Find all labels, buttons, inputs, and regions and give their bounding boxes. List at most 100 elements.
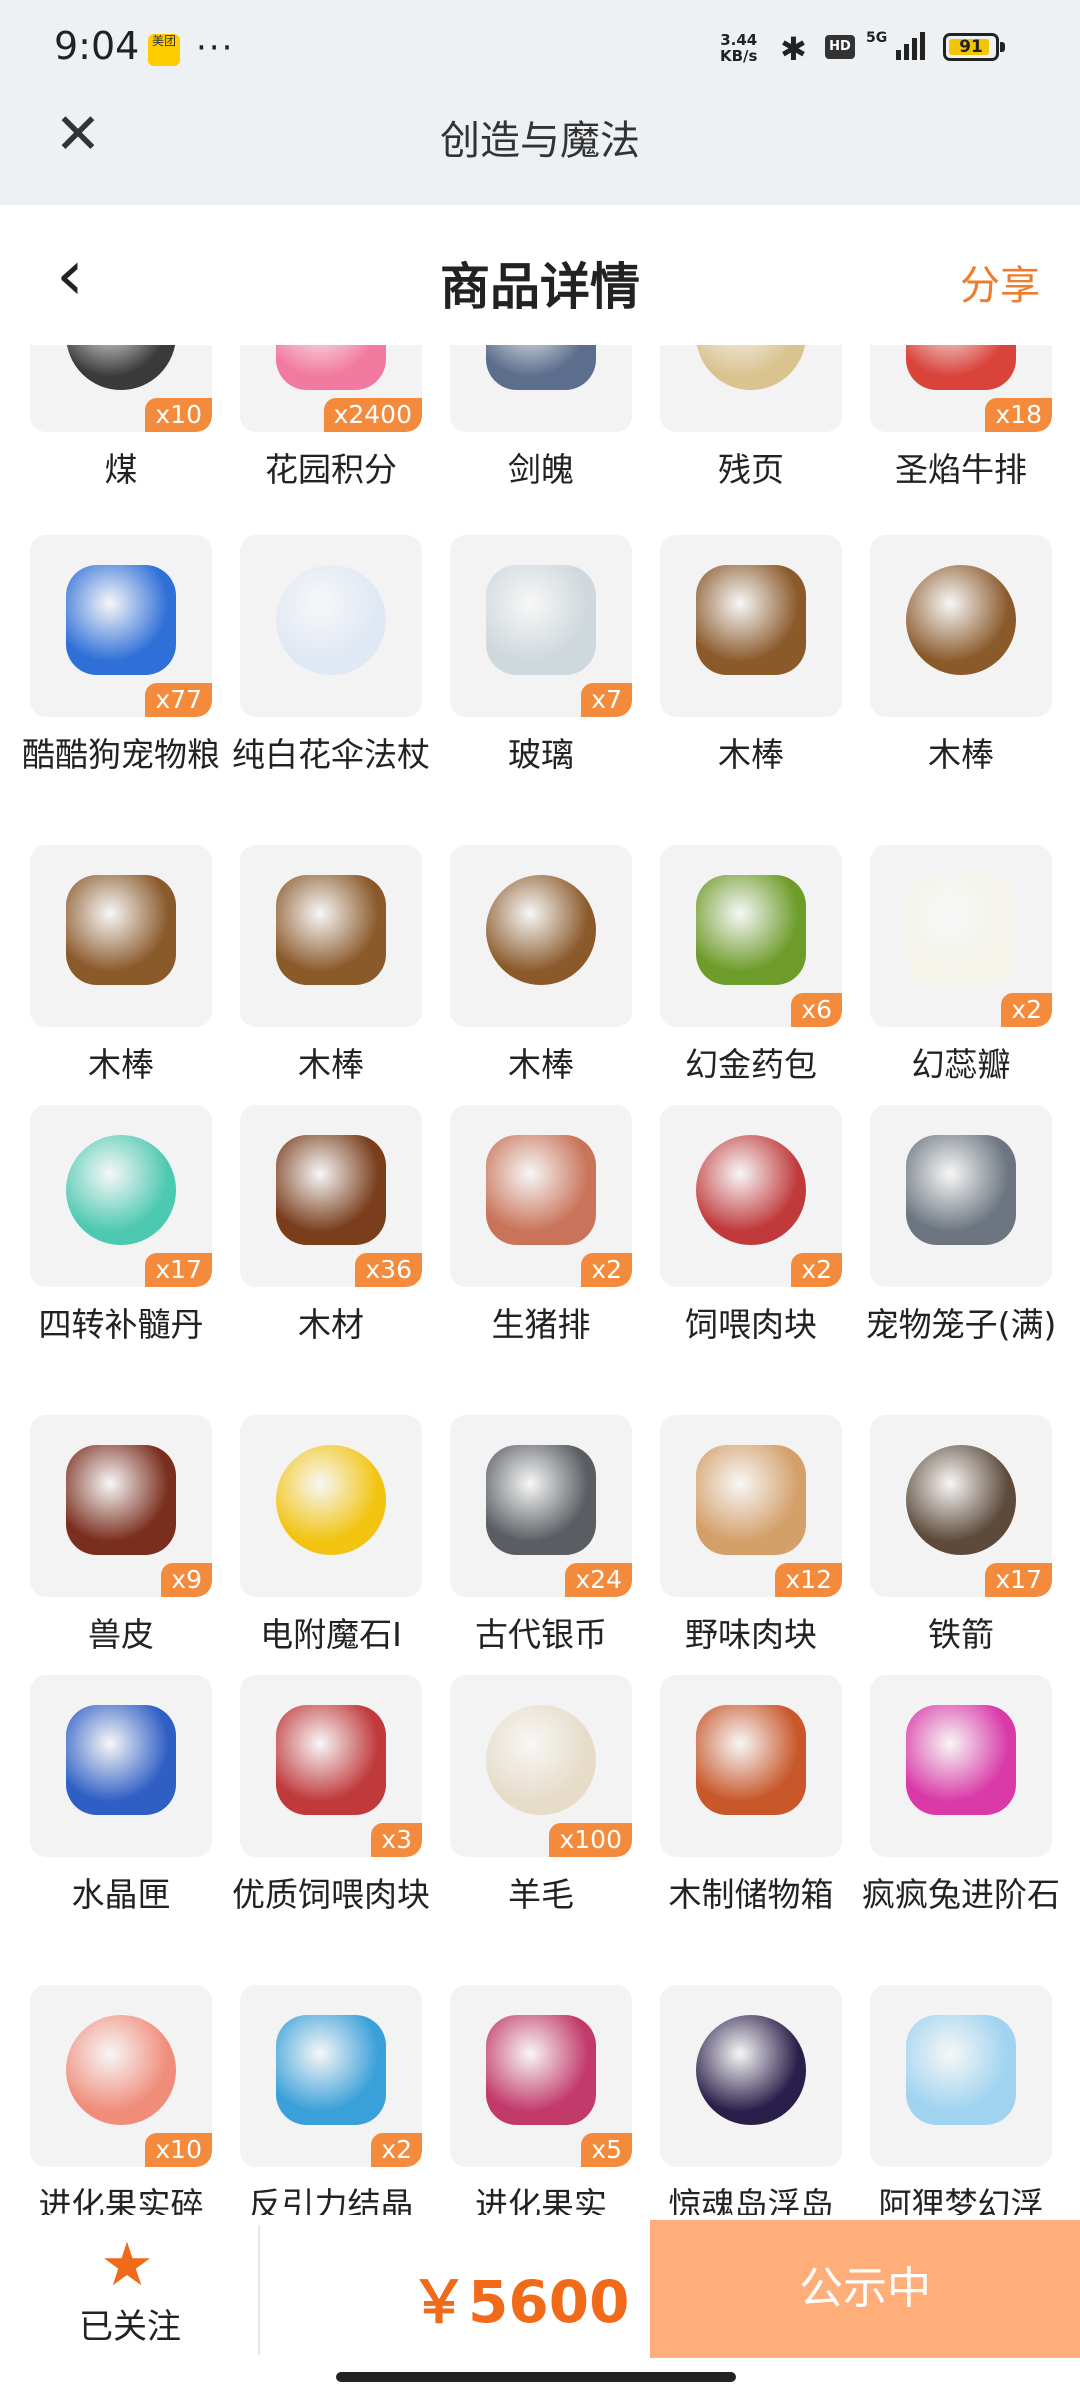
item-tile[interactable]: x9	[30, 1415, 212, 1597]
item-name: 花园积分	[265, 450, 397, 489]
item-name: 反引力结晶	[248, 2185, 414, 2215]
bottom-action-bar: ★ 已关注 ￥5600 公示中	[0, 2215, 1080, 2365]
floating-island-icon	[696, 2015, 806, 2125]
item-tile[interactable]	[450, 345, 632, 432]
follow-label[interactable]: 已关注	[60, 2299, 200, 2348]
coal-icon	[66, 345, 176, 390]
item-tile[interactable]	[660, 1675, 842, 1857]
item-tile[interactable]: x100	[450, 1675, 632, 1857]
item-tile[interactable]: x5	[450, 1985, 632, 2167]
item-tile[interactable]: x77	[30, 535, 212, 717]
item-name: 阿狸梦幻浮	[878, 2185, 1044, 2215]
hd-badge: HD	[825, 35, 855, 59]
item-name: 铁箭	[928, 1615, 994, 1654]
log-icon	[276, 1135, 386, 1245]
wooden-club-icon	[486, 875, 596, 985]
petal-icon	[906, 875, 1016, 985]
item-grid: x10 煤 x2400 花园积分 剑魄 残页 x18 圣焰牛排 x77 酷酷狗宠物粮 纯白花伞法杖 x…	[0, 345, 1080, 2215]
item-tile[interactable]: x3	[240, 1675, 422, 1857]
item-name: 木材	[298, 1305, 364, 1344]
network-type: 5G	[866, 30, 888, 46]
item-name: 进化果实碎	[38, 2185, 204, 2215]
item-name: 木棒	[508, 1045, 574, 1084]
item-tile[interactable]: x36	[240, 1105, 422, 1287]
animal-hide-icon	[66, 1445, 176, 1555]
item-name: 优质饲喂肉块	[232, 1875, 430, 1914]
star-icon[interactable]: ★	[92, 2235, 162, 2295]
umbrella-staff-icon	[276, 565, 386, 675]
item-tile[interactable]	[450, 845, 632, 1027]
status-button[interactable]: 公示中	[650, 2220, 1080, 2358]
item-tile[interactable]	[870, 535, 1052, 717]
wooden-club-icon	[906, 565, 1016, 675]
item-name: 电附魔石I	[260, 1615, 402, 1654]
item-name: 饲喂肉块	[685, 1305, 817, 1344]
item-name: 玻璃	[508, 735, 574, 774]
price: ￥5600	[410, 2268, 630, 2336]
home-indicator[interactable]	[336, 2372, 736, 2382]
item-tile[interactable]: x2	[240, 1985, 422, 2167]
share-button[interactable]: 分享	[960, 253, 1040, 311]
item-tile[interactable]: x10	[30, 1985, 212, 2167]
signal-icon	[896, 32, 928, 60]
item-name: 古代银币	[475, 1615, 607, 1654]
quantity-badge: x18	[985, 398, 1052, 432]
item-name: 木棒	[298, 1045, 364, 1084]
wooden-club-icon	[276, 875, 386, 985]
item-name: 进化果实	[475, 2185, 607, 2215]
item-tile[interactable]	[870, 1105, 1052, 1287]
quantity-badge: x10	[145, 398, 212, 432]
item-tile[interactable]	[660, 1985, 842, 2167]
item-name: 水晶匣	[71, 1875, 171, 1914]
item-tile[interactable]	[870, 1675, 1052, 1857]
meat-block-icon	[276, 1705, 386, 1815]
meituan-app-icon: 美团	[148, 34, 180, 66]
item-tile[interactable]: x2	[660, 1105, 842, 1287]
pork-chop-icon	[486, 1135, 596, 1245]
item-tile[interactable]: x17	[30, 1105, 212, 1287]
iron-arrow-icon	[906, 1445, 1016, 1555]
item-tile[interactable]: x2400	[240, 345, 422, 432]
item-tile[interactable]	[240, 845, 422, 1027]
item-name: 幻蕊瓣	[911, 1045, 1011, 1084]
item-tile[interactable]: x2	[450, 1105, 632, 1287]
quantity-badge: x6	[791, 993, 842, 1027]
potion-flask-icon	[66, 1135, 176, 1245]
fruit-fragment-icon	[66, 2015, 176, 2125]
item-name: 煤	[104, 450, 138, 489]
quantity-badge: x2	[371, 2133, 422, 2167]
silver-coin-icon	[486, 1445, 596, 1555]
battery-icon: 91	[943, 33, 1005, 61]
item-tile[interactable]: x12	[660, 1415, 842, 1597]
item-tile[interactable]: x24	[450, 1415, 632, 1597]
item-tile[interactable]: x10	[30, 345, 212, 432]
item-tile[interactable]: x6	[660, 845, 842, 1027]
quantity-badge: x9	[161, 1563, 212, 1597]
app-header: 9:04 美团 ··· 3.44 KB/s ✱ HD 5G 91 ✕ 创造与魔法	[0, 0, 1080, 205]
quantity-badge: x2	[1001, 993, 1052, 1027]
item-tile[interactable]	[870, 1985, 1052, 2167]
item-tile[interactable]: x17	[870, 1415, 1052, 1597]
item-name: 木棒	[928, 735, 994, 774]
quantity-badge: x5	[581, 2133, 632, 2167]
item-tile[interactable]: x18	[870, 345, 1052, 432]
wooden-club-icon	[66, 875, 176, 985]
status-time: 9:04	[54, 24, 140, 68]
item-tile[interactable]	[30, 845, 212, 1027]
quantity-badge: x12	[775, 1563, 842, 1597]
evolution-fruit-icon	[486, 2015, 596, 2125]
sword-spirit-icon	[486, 345, 596, 390]
quantity-badge: x100	[549, 1823, 632, 1857]
item-tile[interactable]: x7	[450, 535, 632, 717]
divider	[258, 2225, 260, 2355]
item-tile[interactable]	[240, 535, 422, 717]
quantity-badge: x24	[565, 1563, 632, 1597]
item-tile[interactable]	[240, 1415, 422, 1597]
item-tile[interactable]: x2	[870, 845, 1052, 1027]
wooden-crate-icon	[696, 1705, 806, 1815]
item-name: 宠物笼子(满)	[865, 1305, 1057, 1344]
item-tile[interactable]	[660, 535, 842, 717]
pet-cage-icon	[906, 1135, 1016, 1245]
item-tile[interactable]	[30, 1675, 212, 1857]
item-tile[interactable]	[660, 345, 842, 432]
